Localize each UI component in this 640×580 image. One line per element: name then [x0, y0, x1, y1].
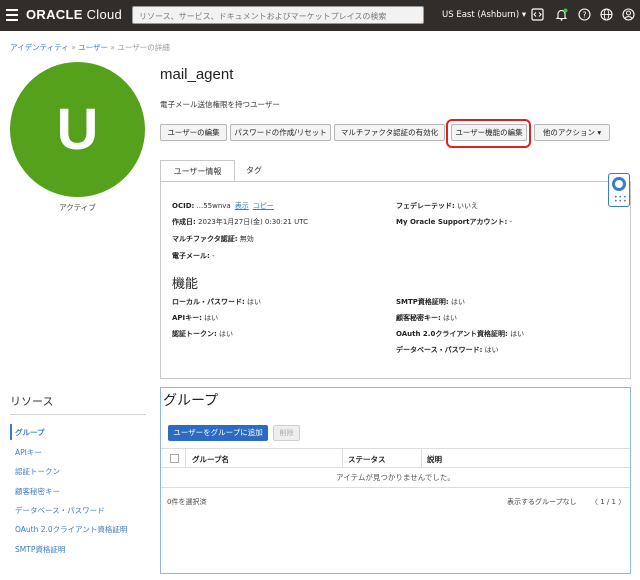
copy-ocid-link[interactable]: コピー — [253, 202, 274, 210]
smtp-field: SMTP資格証明: はい — [396, 298, 465, 306]
column-header-group-name[interactable]: グループ名 — [192, 454, 229, 465]
user-info-panel: OCID: ...55wnva 表示 コピー 作成日: 2023年1月27日(金) … — [160, 181, 631, 379]
active-indicator — [10, 424, 12, 440]
help-widget[interactable]: ••• ••• — [608, 173, 630, 207]
code-icon[interactable] — [530, 8, 544, 22]
column-header-status[interactable]: ステータス — [348, 454, 386, 465]
highlight-annotation — [446, 119, 531, 148]
resource-item-groups[interactable]: グループ — [15, 427, 45, 438]
search-input[interactable]: リソース、サービス、ドキュメントおよびマーケットプレイスの検索 — [132, 6, 424, 24]
select-all-checkbox[interactable] — [170, 454, 179, 463]
local-password-field: ローカル・パスワード: はい — [172, 298, 262, 306]
column-separator — [421, 449, 422, 468]
resource-item-api-keys[interactable]: APIキー — [15, 447, 42, 458]
globe-icon[interactable] — [599, 8, 613, 22]
api-keys-field: APIキー: はい — [172, 314, 219, 322]
breadcrumb-current: ユーザーの詳細 — [117, 43, 170, 52]
chevron-right-icon[interactable]: 〉 — [618, 498, 625, 506]
add-to-group-button[interactable]: ユーザーをグループに追加 — [168, 425, 268, 441]
groups-panel: グループ ユーザーをグループに追加 削除 グループ名 ステータス 説明 アイテム… — [160, 387, 631, 574]
auth-tokens-field: 認証トークン: はい — [172, 330, 234, 338]
tab-user-info[interactable]: ユーザー情報 — [160, 160, 235, 182]
pagination: 〈 1 / 1 〉 — [591, 497, 625, 507]
chevron-left-icon[interactable]: 〈 — [591, 498, 598, 506]
oauth-field: OAuth 2.0クライアント資格証明: はい — [396, 330, 525, 338]
column-separator — [342, 449, 343, 468]
federated-field: フェデレーテッド: いいえ — [396, 202, 479, 210]
lifebuoy-icon — [612, 177, 626, 191]
resource-item-auth-tokens[interactable]: 認証トークン — [15, 466, 60, 477]
groups-title: グループ — [163, 392, 219, 408]
menu-icon[interactable] — [6, 9, 18, 21]
help-icon[interactable]: ? — [577, 8, 591, 22]
empty-table-message: アイテムが見つかりませんでした。 — [161, 468, 630, 488]
top-navigation-bar: ORACLE Cloud リソース、サービス、ドキュメントおよびマーケットプレイ… — [0, 0, 640, 31]
no-groups-label: 表示するグループなし — [507, 498, 577, 506]
column-header-description[interactable]: 説明 — [427, 454, 442, 465]
page-indicator: 1 / 1 — [600, 498, 616, 506]
avatar: U — [10, 62, 145, 197]
resource-item-db-passwords[interactable]: データベース・パスワード — [15, 505, 105, 516]
mos-account-field: My Oracle Supportアカウント: - — [396, 218, 513, 226]
resource-item-customer-secret-keys[interactable]: 顧客秘密キー — [15, 486, 60, 497]
capabilities-title: 機能 — [172, 276, 199, 291]
page-title: mail_agent — [160, 66, 234, 83]
selected-count: 0件を選択済 — [167, 498, 207, 506]
show-ocid-link[interactable]: 表示 — [235, 202, 249, 210]
resource-item-oauth[interactable]: OAuth 2.0クライアント資格証明 — [15, 524, 127, 535]
mfa-field: マルチファクタ認証: 無効 — [172, 235, 254, 243]
bell-icon[interactable] — [554, 8, 568, 22]
divider — [10, 414, 146, 415]
oracle-cloud-logo[interactable]: ORACLE Cloud — [26, 7, 122, 22]
resource-item-smtp[interactable]: SMTP資格証明 — [15, 544, 65, 555]
create-reset-password-button[interactable]: パスワードの作成/リセット — [230, 124, 331, 141]
enable-mfa-button[interactable]: マルチファクタ認証の有効化 — [334, 124, 445, 141]
resources-title: リソース — [10, 396, 54, 408]
customer-secret-field: 顧客秘密キー: はい — [396, 314, 458, 322]
breadcrumb-separator: » — [110, 43, 115, 52]
more-actions-button[interactable]: 他のアクション ▾ — [534, 124, 610, 141]
breadcrumb: アイデンティティ » ユーザー » ユーザーの詳細 — [10, 42, 170, 53]
ocid-field: OCID: ...55wnva 表示 コピー — [172, 202, 274, 210]
db-password-field: データベース・パスワード: はい — [396, 346, 499, 354]
table-header: グループ名 ステータス 説明 — [161, 448, 630, 468]
created-field: 作成日: 2023年1月27日(金) 0:30:21 UTC — [172, 218, 308, 226]
user-icon[interactable] — [621, 8, 635, 22]
delete-button[interactable]: 削除 — [273, 425, 300, 441]
breadcrumb-users[interactable]: ユーザー — [78, 43, 108, 52]
email-field: 電子メール: - — [172, 252, 215, 260]
grid-dots-icon: ••• ••• — [614, 194, 628, 205]
user-description: 電子メール送信権限を持つユーザー — [160, 100, 280, 109]
breadcrumb-identity[interactable]: アイデンティティ — [10, 43, 69, 52]
status-label: アクティブ — [59, 203, 96, 212]
chevron-down-icon: ▾ — [521, 10, 527, 20]
column-separator — [185, 449, 186, 468]
caret-down-icon: ▾ — [597, 128, 602, 137]
svg-text:?: ? — [582, 10, 586, 19]
region-selector[interactable]: US East (Ashburn) ▾ — [442, 10, 526, 20]
breadcrumb-separator: » — [71, 43, 76, 52]
edit-user-button[interactable]: ユーザーの編集 — [160, 124, 227, 141]
tab-tags[interactable]: タグ — [238, 160, 270, 182]
